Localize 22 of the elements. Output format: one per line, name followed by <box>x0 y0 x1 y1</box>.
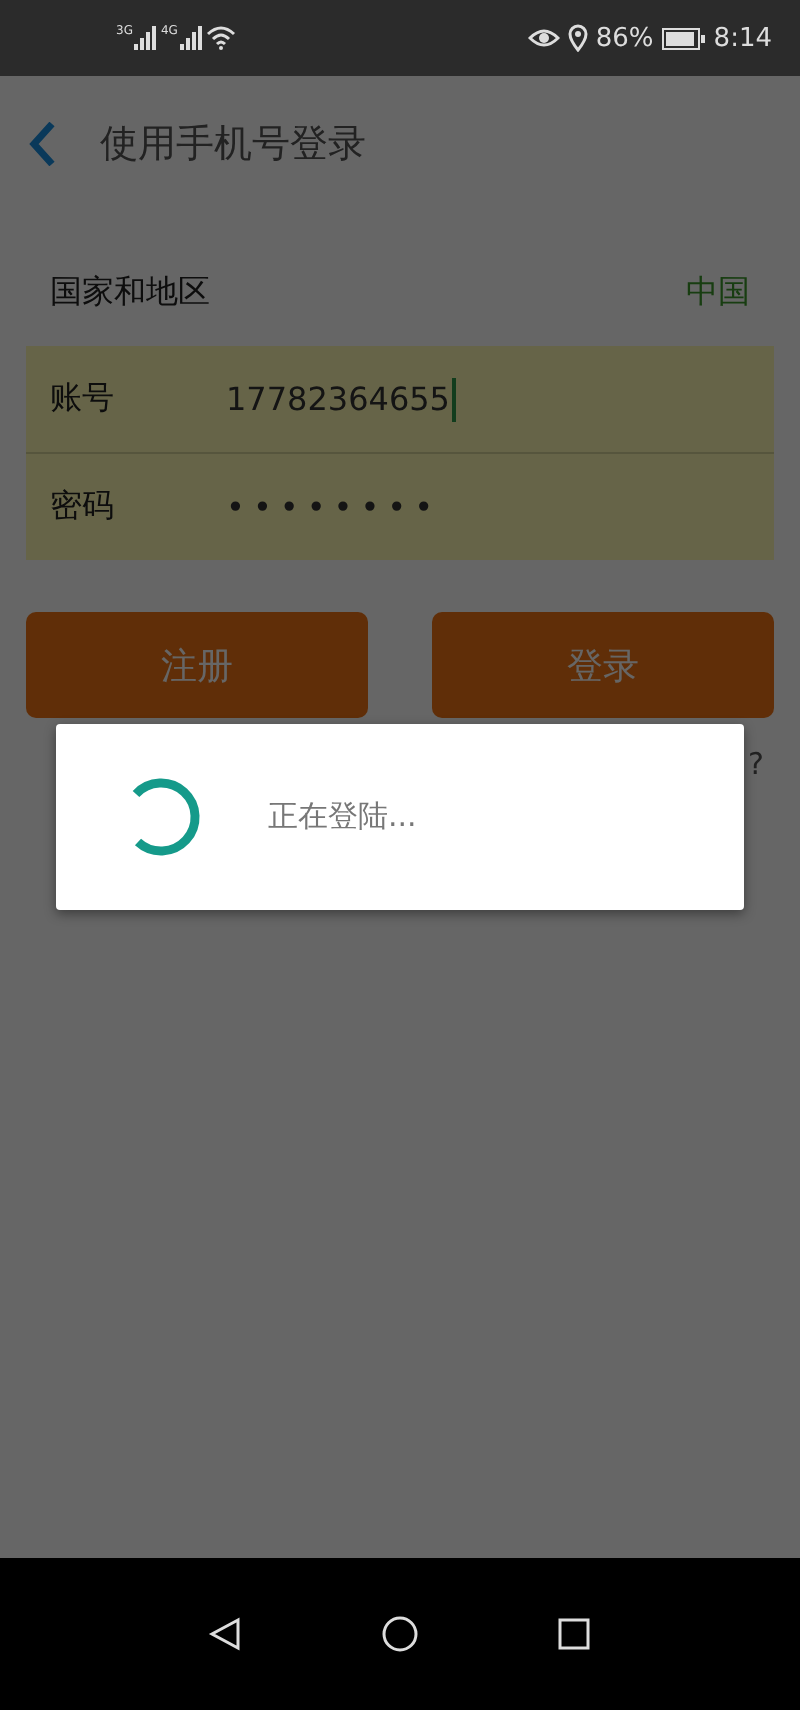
recents-icon[interactable] <box>556 1616 592 1652</box>
field-label: 密码 <box>50 486 116 528</box>
battery-icon <box>661 27 706 49</box>
back-icon[interactable] <box>208 1616 244 1652</box>
signal-icon <box>179 26 204 50</box>
clock-time: 8:14 <box>713 23 772 53</box>
battery-percentage: 86% <box>595 23 654 53</box>
page-title: 使用手机号登录 <box>100 119 366 169</box>
wifi-icon <box>205 26 236 50</box>
loading-message: 正在登陆... <box>268 798 417 836</box>
hint-text: ? <box>748 746 764 782</box>
password-field[interactable]: •••••••• <box>226 488 441 526</box>
home-icon[interactable] <box>380 1614 420 1654</box>
signal-icon <box>134 26 159 50</box>
action-button[interactable]: 注册 <box>26 612 368 718</box>
region-label: 国家和地区 <box>50 271 210 313</box>
location-icon <box>567 24 588 52</box>
eye-icon <box>527 26 560 50</box>
region-value[interactable]: 中国 <box>686 271 750 313</box>
account-field[interactable]: 17782364655 <box>226 377 456 421</box>
field-label: 账号 <box>50 378 116 420</box>
action-button[interactable]: 登录 <box>432 612 774 718</box>
